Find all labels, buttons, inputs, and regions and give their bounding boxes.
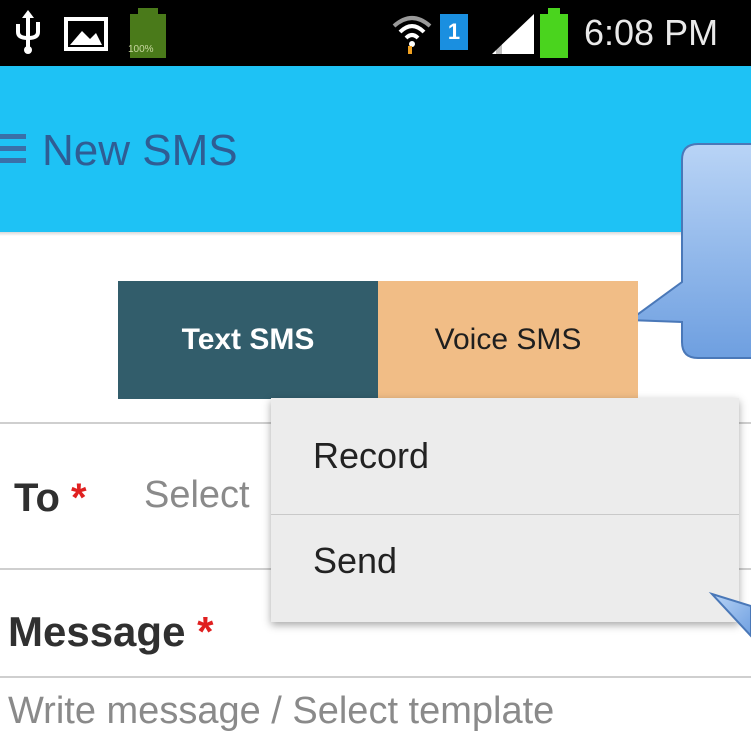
- status-time: 6:08 PM: [584, 12, 719, 53]
- wifi-icon: [392, 16, 432, 54]
- sms-type-tabs: Text SMS Voice SMS: [118, 281, 638, 399]
- menu-item-record[interactable]: Record: [271, 398, 739, 514]
- usb-icon: [16, 10, 40, 54]
- required-marker: *: [197, 608, 214, 655]
- message-label-text: Message: [8, 608, 186, 655]
- message-field[interactable]: Write message / Select template: [8, 690, 554, 733]
- tab-text-sms[interactable]: Text SMS: [118, 281, 378, 399]
- message-label: Message *: [8, 608, 213, 656]
- battery-icon: [540, 8, 568, 58]
- voice-sms-menu: Record Send: [271, 398, 739, 622]
- callout-pointer: [708, 591, 751, 638]
- image-icon: [64, 17, 108, 51]
- tab-voice-sms[interactable]: Voice SMS: [378, 281, 638, 399]
- battery-percent: 100%: [128, 44, 154, 55]
- divider: [0, 676, 751, 678]
- page-title: New SMS: [42, 126, 238, 175]
- to-label-text: To: [14, 476, 60, 520]
- signal-icon: [492, 14, 534, 54]
- to-label: To *: [14, 476, 87, 521]
- status-bar: 100% 1 6:08 PM: [0, 0, 751, 66]
- required-marker: *: [71, 476, 87, 520]
- sim-icon: 1: [440, 14, 468, 50]
- recipient-field[interactable]: Select: [144, 474, 250, 517]
- menu-item-send[interactable]: Send: [271, 515, 739, 622]
- callout-bubble: [627, 143, 751, 359]
- hamburger-menu-icon[interactable]: [0, 134, 26, 164]
